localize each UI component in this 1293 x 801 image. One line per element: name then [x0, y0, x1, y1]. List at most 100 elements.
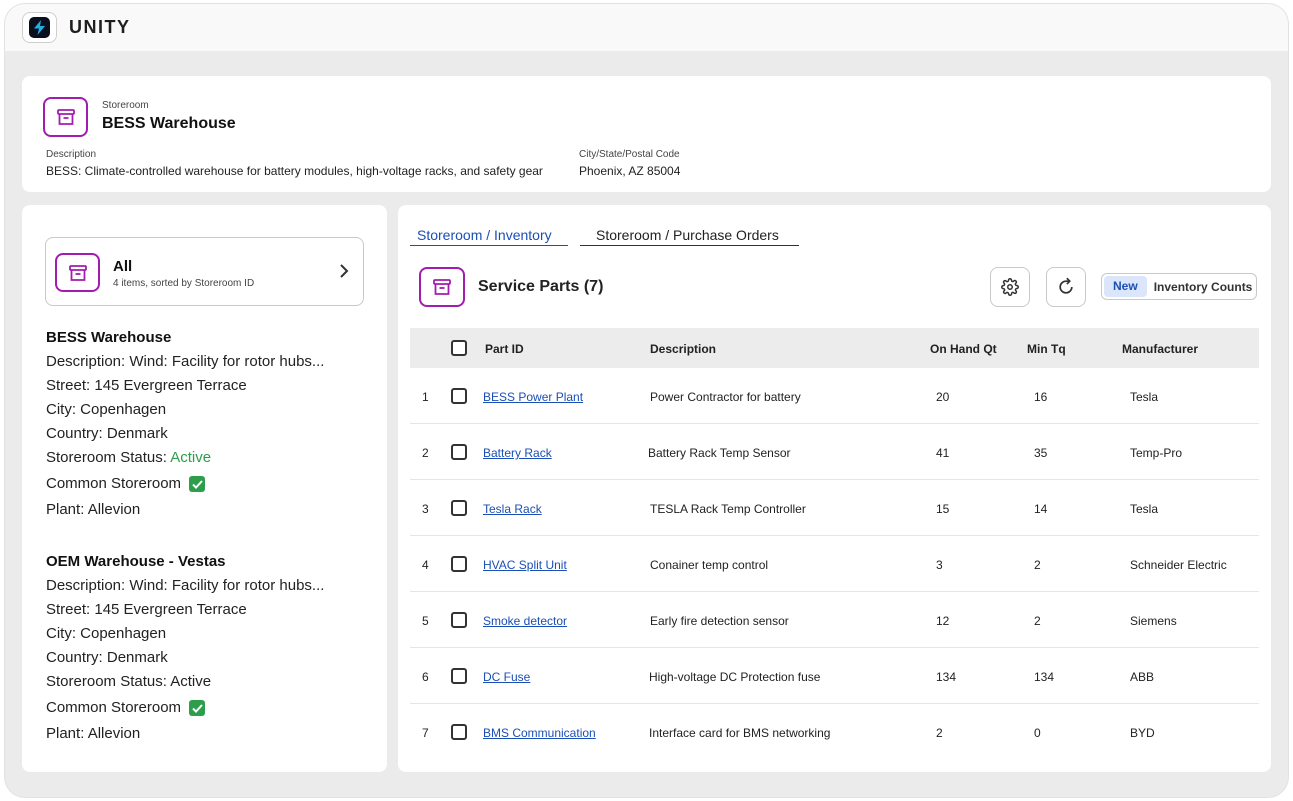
common-storeroom: Common Storeroom: [46, 694, 324, 722]
storeroom-street: Street: 145 Evergreen Terrace: [46, 601, 247, 618]
manufacturer: BYD: [1130, 726, 1155, 740]
storeroom-description: Description: Wind: Facility for rotor hu…: [46, 353, 325, 370]
row-number: 3: [422, 502, 429, 516]
part-description: Battery Rack Temp Sensor: [648, 446, 791, 460]
part-id-link[interactable]: HVAC Split Unit: [483, 558, 567, 572]
part-description: TESLA Rack Temp Controller: [650, 502, 806, 516]
description-value: BESS: Climate-controlled warehouse for b…: [46, 164, 543, 178]
storeroom-list-panel: All 4 items, sorted by Storeroom ID BESS…: [22, 205, 387, 772]
row-checkbox[interactable]: [451, 612, 467, 628]
part-id-link[interactable]: Tesla Rack: [483, 502, 542, 516]
app-window: UNITY Storeroom BESS Warehouse Descripti…: [5, 4, 1288, 797]
archive-box-icon: [419, 267, 465, 307]
tab-inventory[interactable]: Storeroom / Inventory: [410, 227, 568, 246]
inventory-panel: Storeroom / Inventory Storeroom / Purcha…: [398, 205, 1271, 772]
all-storerooms-card[interactable]: All 4 items, sorted by Storeroom ID: [45, 237, 364, 306]
storeroom-title: BESS Warehouse: [102, 115, 236, 132]
storeroom-label: Storeroom: [102, 100, 149, 111]
part-id-link[interactable]: Battery Rack: [483, 446, 552, 460]
manufacturer: Siemens: [1130, 614, 1177, 628]
storeroom-plant: Plant: Allevion: [46, 725, 141, 742]
row-checkbox[interactable]: [451, 500, 467, 516]
on-hand-qty: 3: [936, 558, 943, 572]
table-row[interactable]: 5 Smoke detector Early fire detection se…: [410, 592, 1259, 648]
part-id-link[interactable]: BMS Communication: [483, 726, 596, 740]
refresh-icon: [1059, 277, 1073, 294]
status-label: Storeroom Status:: [46, 673, 171, 690]
table-row[interactable]: 7 BMS Communication Interface card for B…: [410, 704, 1259, 760]
storeroom-name: BESS Warehouse: [46, 329, 172, 346]
table-row[interactable]: 3 Tesla Rack TESLA Rack Temp Controller …: [410, 480, 1259, 536]
min-qty: 2: [1034, 614, 1041, 628]
column-min[interactable]: Min Tq: [1027, 342, 1066, 356]
city-label: City/State/Postal Code: [579, 149, 680, 160]
on-hand-qty: 134: [936, 670, 957, 684]
row-number: 2: [422, 446, 429, 460]
check-icon: [189, 476, 206, 492]
row-checkbox[interactable]: [451, 724, 467, 740]
table-row[interactable]: 4 HVAC Split Unit Conainer temp control …: [410, 536, 1259, 592]
min-qty: 134: [1034, 670, 1055, 684]
min-qty: 14: [1034, 502, 1048, 516]
view-toggle[interactable]: New Inventory Counts: [1101, 273, 1257, 300]
storeroom-item[interactable]: BESS Warehouse Description: Wind: Facili…: [46, 326, 324, 522]
part-description: Conainer temp control: [650, 558, 769, 572]
column-manufacturer[interactable]: Manufacturer: [1122, 342, 1198, 356]
top-bar: UNITY: [5, 4, 1288, 51]
tab-purchase-orders[interactable]: Storeroom / Purchase Orders: [580, 227, 799, 246]
storeroom-status: Storeroom Status: Active: [46, 670, 324, 694]
city-value: Phoenix, AZ 85004: [579, 164, 681, 178]
storeroom-city: City: Copenhagen: [46, 625, 167, 642]
part-id-link[interactable]: Smoke detector: [483, 614, 567, 628]
storeroom-name: OEM Warehouse - Vestas: [46, 553, 226, 570]
archive-box-icon: [55, 253, 100, 292]
table-row[interactable]: 6 DC Fuse High-voltage DC Protection fus…: [410, 648, 1259, 704]
row-checkbox[interactable]: [451, 444, 467, 460]
min-qty: 0: [1034, 726, 1041, 740]
toggle-inventory-counts-button[interactable]: Inventory Counts: [1147, 280, 1253, 294]
on-hand-qty: 20: [936, 390, 950, 404]
table-row[interactable]: 2 Battery Rack Battery Rack Temp Sensor …: [410, 424, 1259, 480]
manufacturer: ABB: [1130, 670, 1155, 684]
brand-name: UNITY: [69, 17, 131, 37]
part-id-link[interactable]: BESS Power Plant: [483, 390, 583, 404]
on-hand-qty: 41: [936, 446, 950, 460]
row-checkbox[interactable]: [451, 556, 467, 572]
common-label: Common Storeroom: [46, 699, 182, 716]
column-on-hand[interactable]: On Hand Qt: [930, 342, 997, 356]
min-qty: 35: [1034, 446, 1048, 460]
on-hand-qty: 15: [936, 502, 950, 516]
select-all-checkbox[interactable]: [451, 340, 467, 356]
part-description: Power Contractor for battery: [650, 390, 801, 404]
chevron-right-icon[interactable]: [337, 262, 351, 280]
toggle-new-button[interactable]: New: [1104, 276, 1147, 297]
refresh-button[interactable]: [1046, 267, 1086, 307]
description-label: Description: [46, 149, 97, 160]
row-number: 1: [422, 390, 429, 404]
settings-button[interactable]: [990, 267, 1030, 307]
row-number: 4: [422, 558, 429, 572]
part-id-link[interactable]: DC Fuse: [483, 670, 530, 684]
archive-box-icon: [43, 97, 88, 137]
part-description: Early fire detection sensor: [650, 614, 789, 628]
row-checkbox[interactable]: [451, 668, 467, 684]
min-qty: 16: [1034, 390, 1048, 404]
storeroom-description: Description: Wind: Facility for rotor hu…: [46, 577, 325, 594]
column-part-id[interactable]: Part ID: [485, 342, 524, 356]
status-label: Storeroom Status:: [46, 449, 171, 466]
check-icon: [189, 700, 206, 716]
common-label: Common Storeroom: [46, 475, 182, 492]
on-hand-qty: 2: [936, 726, 943, 740]
table-row[interactable]: 1 BESS Power Plant Power Contractor for …: [410, 368, 1259, 424]
status-value: Active: [170, 449, 212, 466]
row-checkbox[interactable]: [451, 388, 467, 404]
storeroom-status: Storeroom Status: Active: [46, 446, 324, 470]
storeroom-item[interactable]: OEM Warehouse - Vestas Description: Wind…: [46, 550, 324, 746]
row-number: 7: [422, 726, 429, 740]
storeroom-country: Country: Denmark: [46, 649, 168, 666]
column-description[interactable]: Description: [650, 342, 716, 356]
storeroom-country: Country: Denmark: [46, 425, 168, 442]
manufacturer: Tesla: [1130, 502, 1159, 516]
storeroom-header: Storeroom BESS Warehouse Description BES…: [22, 76, 1271, 192]
app-logo[interactable]: [22, 12, 57, 43]
